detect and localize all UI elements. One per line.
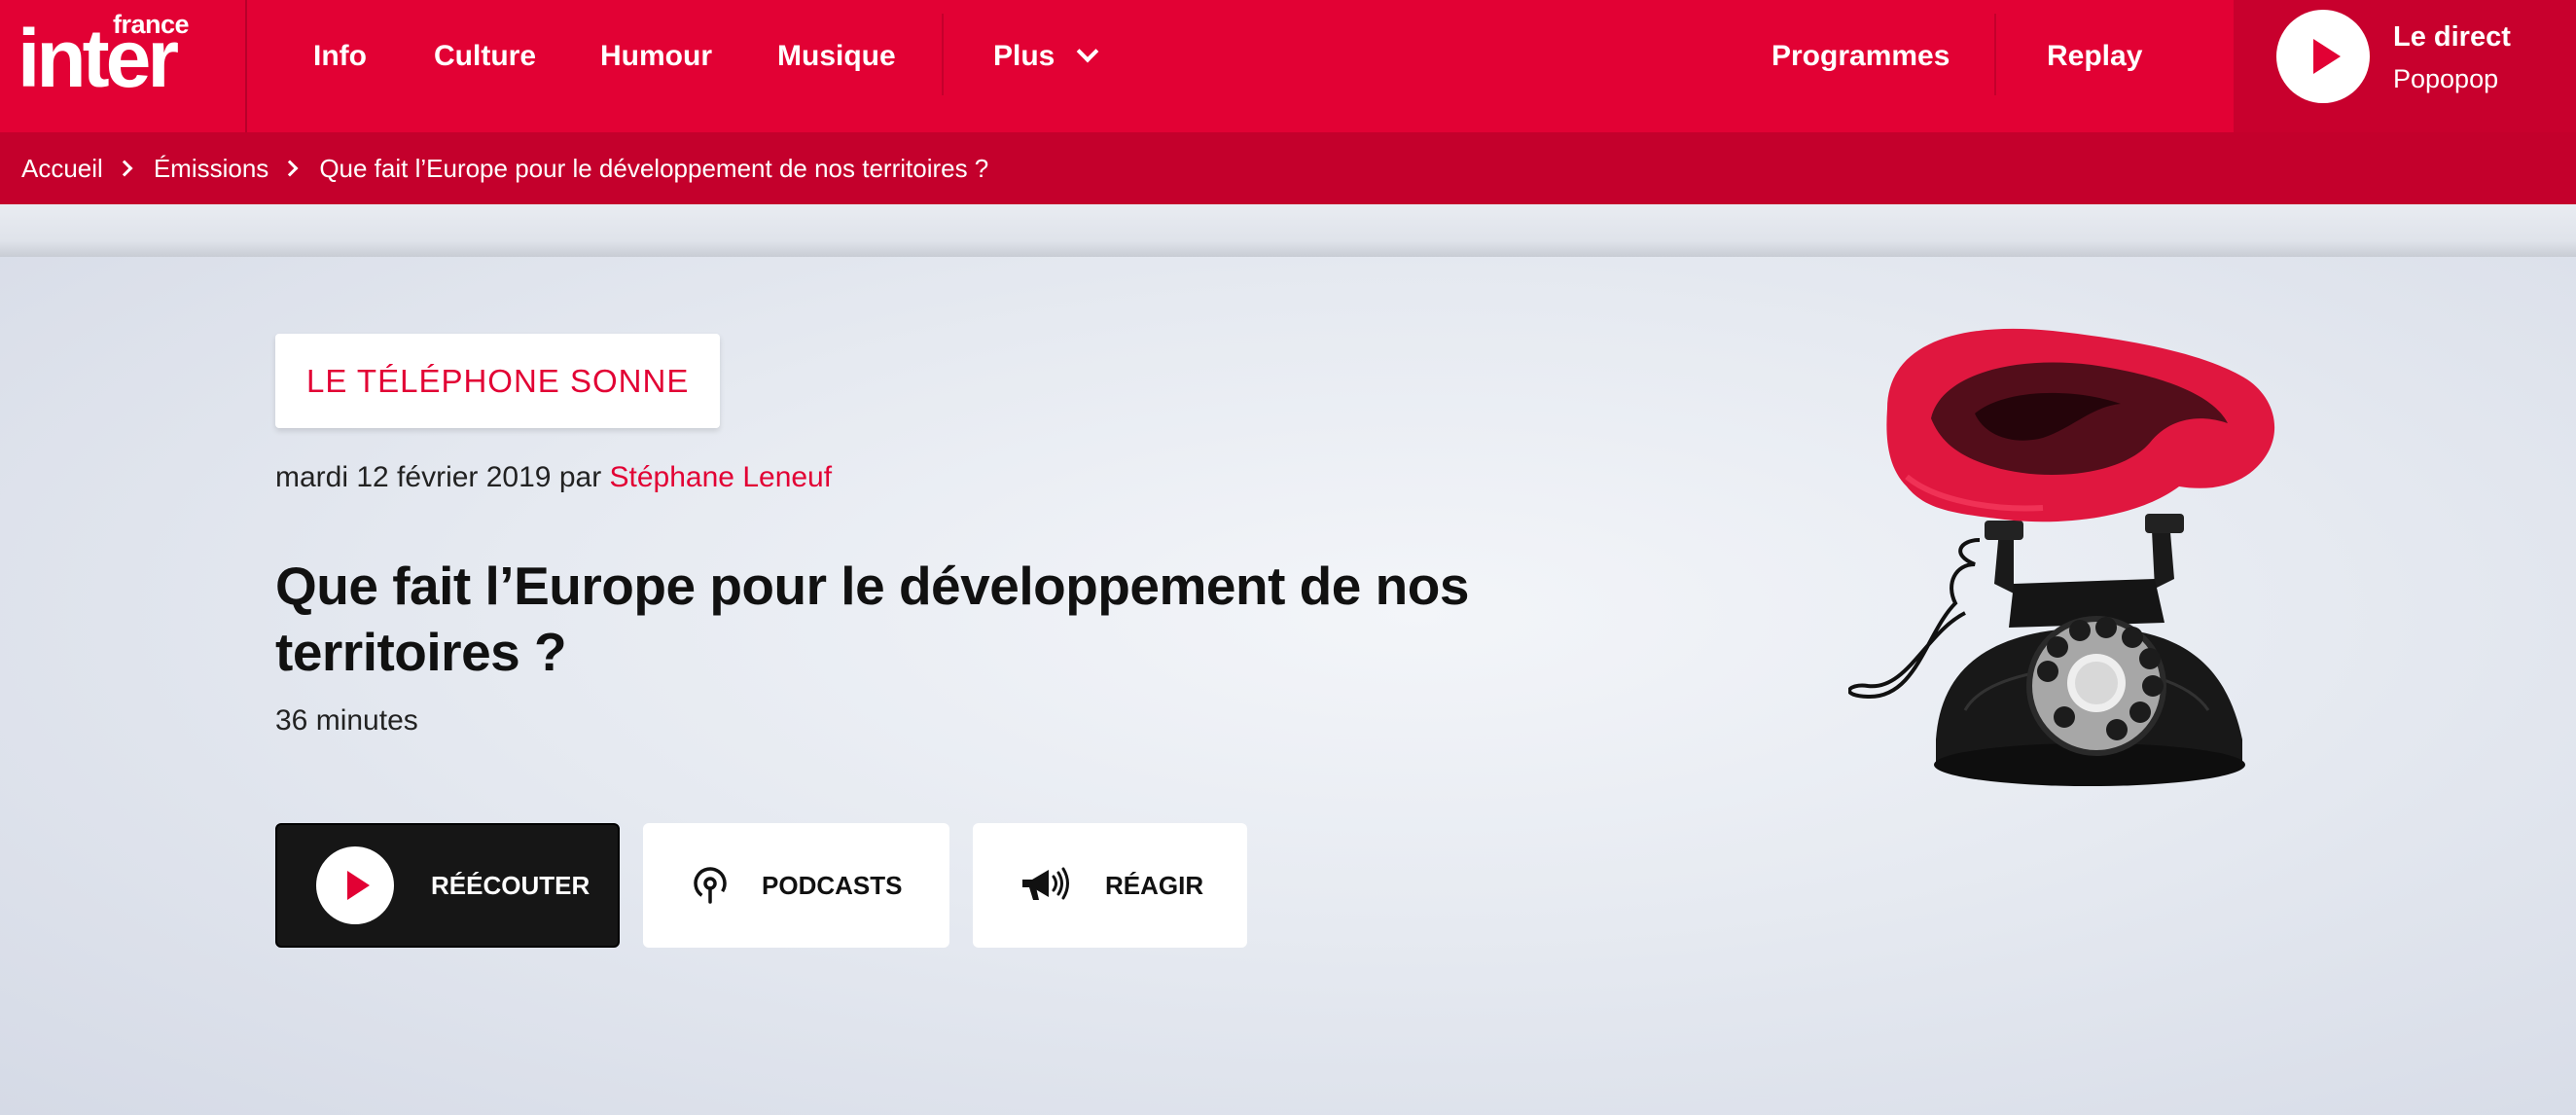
episode-date: mardi 12 février 2019 bbox=[275, 461, 552, 493]
breadcrumb-home[interactable]: Accueil bbox=[21, 154, 103, 184]
play-icon bbox=[347, 871, 370, 900]
podcast-icon bbox=[690, 865, 731, 906]
play-circle bbox=[316, 846, 394, 924]
episode-meta: mardi 12 février 2019 par Stéphane Leneu… bbox=[275, 461, 832, 494]
breadcrumb-emissions[interactable]: Émissions bbox=[154, 154, 268, 184]
chevron-right-icon bbox=[281, 160, 299, 177]
episode-by: par bbox=[558, 461, 602, 493]
logo-text-inter: inter bbox=[18, 13, 179, 104]
site-header: france inter Info Culture Humour Musique… bbox=[0, 0, 2576, 132]
episode-title: Que fait l’Europe pour le développement … bbox=[275, 556, 1469, 682]
relisten-button[interactable]: RÉÉCOUTER bbox=[275, 823, 620, 948]
nav-item-info[interactable]: Info bbox=[313, 0, 367, 113]
nav-item-plus-label: Plus bbox=[993, 40, 1055, 72]
chevron-down-icon bbox=[1077, 40, 1099, 63]
hero-top-band bbox=[0, 204, 2576, 257]
live-play-button[interactable] bbox=[2276, 10, 2370, 103]
live-now-playing: Popopop bbox=[2393, 64, 2499, 93]
breadcrumb-current: Que fait l’Europe pour le développement … bbox=[319, 153, 989, 183]
play-icon bbox=[2313, 39, 2341, 74]
france-inter-logo[interactable]: france inter bbox=[0, 0, 247, 132]
nav-item-replay[interactable]: Replay bbox=[2047, 0, 2142, 113]
megaphone-icon bbox=[1020, 865, 1074, 906]
react-label: RÉAGIR bbox=[1105, 870, 1204, 900]
chevron-right-icon bbox=[116, 160, 133, 177]
nav-item-humour[interactable]: Humour bbox=[600, 0, 712, 113]
nav-item-culture[interactable]: Culture bbox=[434, 0, 536, 113]
react-button[interactable]: RÉAGIR bbox=[973, 823, 1247, 948]
live-title: Le direct bbox=[2393, 21, 2511, 53]
episode-duration: 36 minutes bbox=[275, 704, 418, 737]
breadcrumb: Accueil Émissions Que fait l’Europe pour… bbox=[0, 132, 2576, 204]
episode-author-link[interactable]: Stéphane Leneuf bbox=[610, 461, 833, 493]
nav-item-programmes[interactable]: Programmes bbox=[1771, 0, 1950, 113]
nav-divider bbox=[1994, 14, 1996, 95]
live-player[interactable]: Le direct Popopop bbox=[2234, 0, 2576, 132]
telephone-ear-illustration bbox=[1848, 328, 2275, 786]
episode-hero: LE TÉLÉPHONE SONNE mardi 12 février 2019… bbox=[0, 204, 2576, 1115]
nav-divider bbox=[942, 14, 944, 95]
podcasts-label: PODCASTS bbox=[762, 870, 903, 900]
nav-item-musique[interactable]: Musique bbox=[777, 0, 896, 113]
nav-item-plus[interactable]: Plus bbox=[993, 0, 1099, 113]
podcasts-button[interactable]: PODCASTS bbox=[643, 823, 949, 948]
relisten-label: RÉÉCOUTER bbox=[431, 870, 590, 900]
show-name-tag[interactable]: LE TÉLÉPHONE SONNE bbox=[275, 334, 721, 428]
